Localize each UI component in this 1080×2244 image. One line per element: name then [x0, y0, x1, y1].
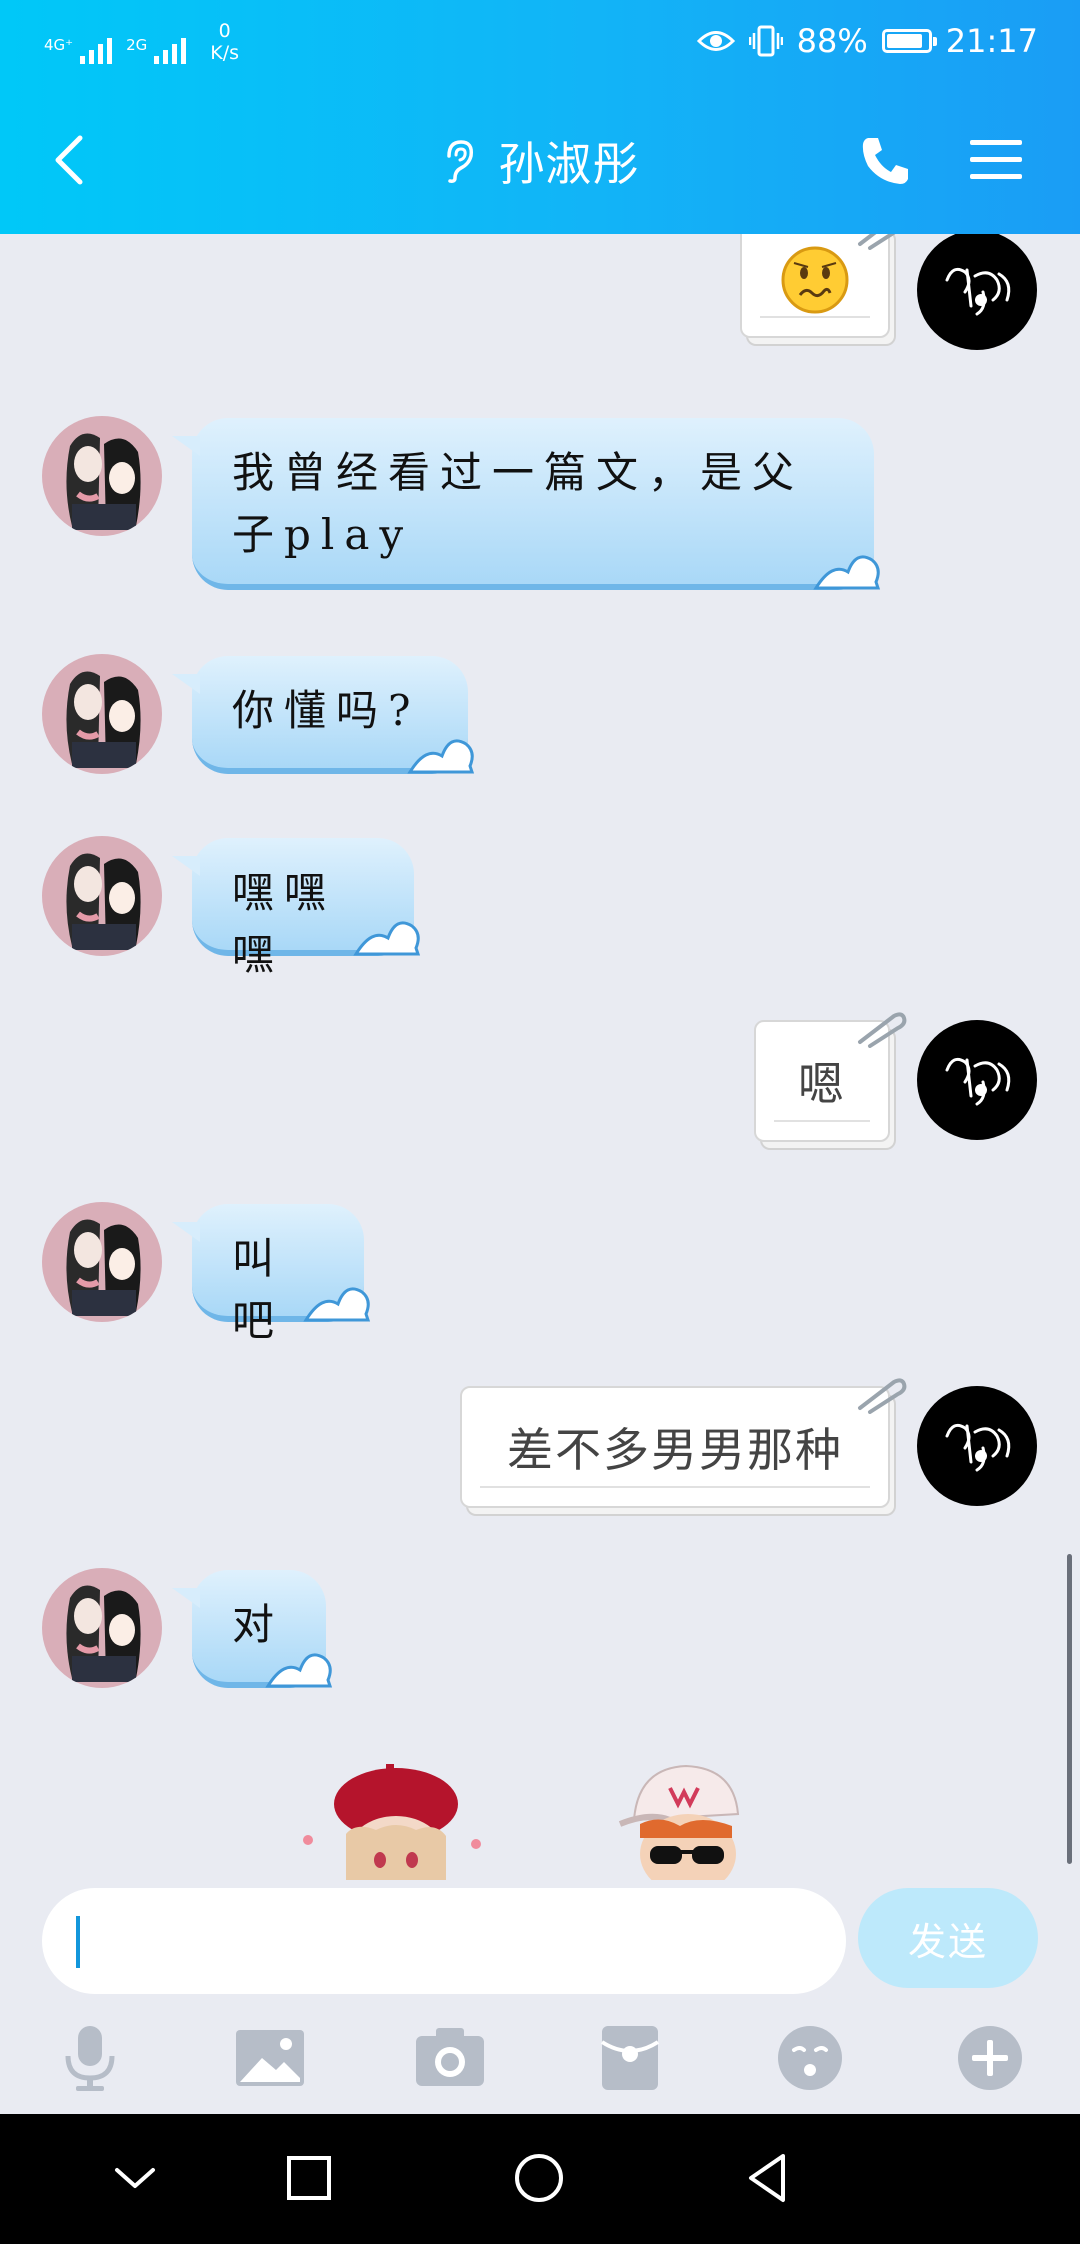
- avatar-me[interactable]: [917, 1020, 1037, 1140]
- message-bubble-out[interactable]: 嗯: [754, 1012, 907, 1142]
- chat-scrollbar[interactable]: [1067, 1554, 1072, 1864]
- avatar-her-icon: [66, 1585, 141, 1682]
- signal-icon-2: 2G: [126, 36, 187, 64]
- send-button[interactable]: 发送: [858, 1888, 1038, 1988]
- clock: 21:17: [945, 22, 1038, 60]
- avatar-her-icon: [66, 433, 141, 530]
- sticker-girl-beret: [303, 1764, 481, 1880]
- message-text: 差不多男男那种: [507, 1423, 843, 1477]
- avatar-me-icon: [945, 1423, 1011, 1472]
- vibrate-icon: [748, 25, 783, 57]
- message-text: 我曾经看过一篇文，是父子play: [232, 448, 805, 559]
- recents-icon[interactable]: [277, 2146, 341, 2210]
- wave-decoration: [813, 555, 881, 590]
- paperclip-icon: [858, 234, 896, 250]
- message-bubble-in[interactable]: 叫吧: [172, 1204, 371, 1345]
- battery-icon: [881, 29, 937, 53]
- status-bar: 4G⁺ 2G 0 K/s 88% 21:17: [0, 0, 1080, 90]
- page-title: 孙淑彤: [498, 137, 640, 191]
- phone-icon[interactable]: [858, 132, 914, 188]
- signal1-label: 4G⁺: [44, 36, 74, 54]
- image-icon[interactable]: [232, 2020, 308, 2096]
- avatar-her-icon: [66, 671, 141, 768]
- camera-icon[interactable]: [412, 2020, 488, 2096]
- wave-decoration: [265, 1653, 333, 1688]
- avatar-me-icon: [945, 1057, 1011, 1106]
- message-bubble-in[interactable]: 你懂吗?: [172, 656, 475, 774]
- ear-icon: [446, 140, 473, 183]
- message-bubble-out[interactable]: 差不多男男那种: [460, 1378, 907, 1508]
- message-bubble-out[interactable]: [740, 234, 896, 338]
- battery-percent: 88%: [796, 22, 868, 60]
- net-speed-value: 0: [218, 20, 231, 42]
- avatar-me-icon: [945, 267, 1011, 316]
- chat-area[interactable]: 我曾经看过一篇文，是父子play 你懂吗? 嘿嘿嘿 嗯 叫吧 差不多男男那种 对: [0, 234, 1080, 1880]
- worried-face-icon: [781, 246, 849, 314]
- avatar-me[interactable]: [917, 1386, 1037, 1506]
- avatar-her[interactable]: [42, 1202, 162, 1322]
- back-nav-icon[interactable]: [737, 2146, 801, 2210]
- signal-icon-1: 4G⁺: [44, 36, 113, 64]
- red-packet-icon[interactable]: [592, 2020, 668, 2096]
- message-text: 你懂吗?: [232, 686, 421, 735]
- sticker-boy-cap: [618, 1764, 740, 1880]
- paperclip-icon: [858, 1012, 907, 1048]
- wave-decoration: [353, 921, 421, 956]
- avatar-her[interactable]: [42, 416, 162, 536]
- message-bubble-in[interactable]: 对: [172, 1570, 333, 1688]
- avatar-her[interactable]: [42, 1568, 162, 1688]
- avatar-her[interactable]: [42, 654, 162, 774]
- net-speed: 0 K/s: [210, 20, 239, 64]
- avatar-her-icon: [66, 853, 141, 950]
- text-caret: [76, 1916, 80, 1968]
- avatar-her[interactable]: [42, 836, 162, 956]
- message-text: 嘿嘿嘿: [232, 868, 337, 979]
- signal2-label: 2G: [126, 36, 148, 54]
- menu-icon[interactable]: [968, 134, 1024, 186]
- eye-icon: [696, 31, 735, 51]
- wave-decoration: [407, 739, 475, 774]
- avatar-her-icon: [66, 1219, 141, 1316]
- emoji-icon[interactable]: [772, 2020, 848, 2096]
- net-speed-unit: K/s: [210, 42, 240, 64]
- avatar-me[interactable]: [917, 234, 1037, 350]
- message-bubble-in[interactable]: 我曾经看过一篇文，是父子play: [172, 418, 881, 590]
- message-text: 叫吧: [232, 1234, 285, 1345]
- paperclip-icon: [858, 1378, 907, 1414]
- plus-icon[interactable]: [952, 2020, 1028, 2096]
- message-bubble-in[interactable]: 嘿嘿嘿: [172, 838, 421, 979]
- message-text: 嗯: [798, 1057, 846, 1111]
- home-icon[interactable]: [507, 2146, 571, 2210]
- chevron-down-icon[interactable]: [103, 2146, 167, 2210]
- wave-decoration: [303, 1287, 371, 1322]
- microphone-icon[interactable]: [52, 2020, 128, 2096]
- header-bar: 4G⁺ 2G 0 K/s 88% 21:17 孙淑彤: [0, 0, 1080, 234]
- message-input[interactable]: [42, 1888, 846, 1994]
- system-nav-bar: [0, 2114, 1080, 2244]
